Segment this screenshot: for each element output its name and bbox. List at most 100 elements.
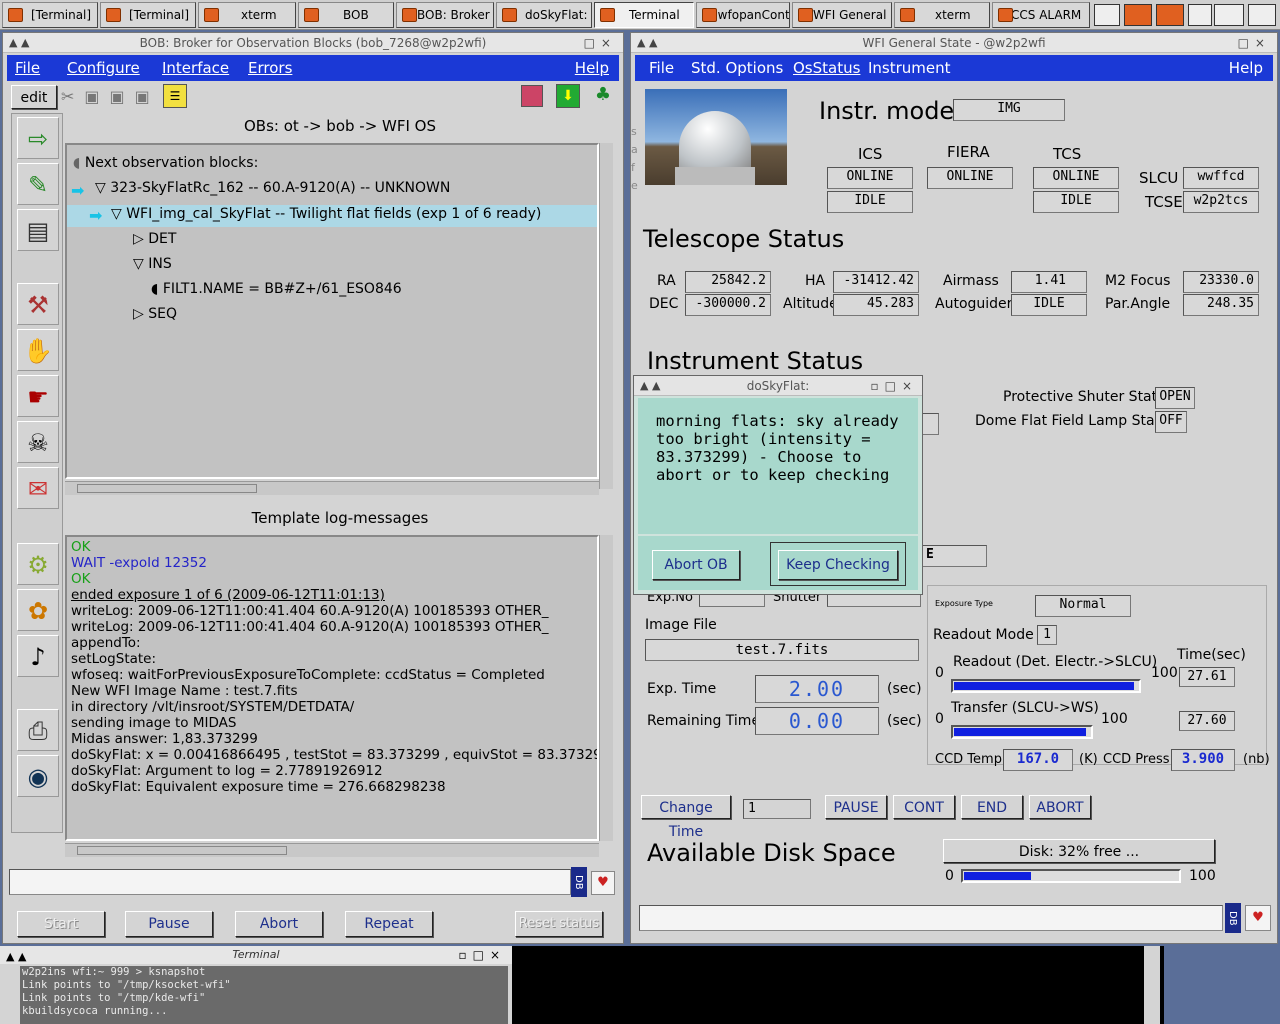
taskbar-item[interactable]: BOB — [298, 2, 394, 28]
taskbar-item[interactable]: xterm — [894, 2, 990, 28]
command-input[interactable] — [9, 869, 571, 895]
ob-hscrollbar[interactable] — [65, 481, 599, 495]
reset-status-button[interactable]: Reset status — [515, 911, 603, 937]
pager-desktop-4[interactable] — [1188, 4, 1212, 26]
menu-errors[interactable]: Errors — [248, 55, 292, 81]
tree-seq[interactable]: ▷ SEQ — [133, 306, 177, 322]
download-icon[interactable]: ⬇ — [556, 84, 580, 108]
taskbar-item[interactable]: [Terminal] — [100, 2, 196, 28]
ccd-temp-label: CCD Temp — [935, 752, 1002, 767]
disk-min: 0 — [945, 868, 954, 884]
ob-tree[interactable]: ◖ Next observation blocks: ➡ ▽ 323-SkyFl… — [65, 143, 599, 479]
window-menu-icon[interactable]: ▲ ▲ — [637, 33, 657, 53]
taskbar-item[interactable]: xterm — [198, 2, 296, 28]
tree-ob[interactable]: ▽ 323-SkyFlatRc_162 -- 60.A-9120(A) -- U… — [95, 180, 450, 196]
note-pin-icon[interactable]: ✉ — [17, 467, 59, 509]
bob-titlebar[interactable]: ▲ ▲ BOB: Broker for Observation Blocks (… — [3, 33, 623, 53]
window-menu-icon[interactable]: ▲ ▲ — [9, 33, 29, 53]
abort-button[interactable]: Abort — [235, 911, 323, 937]
wfi-titlebar[interactable]: ▲ ▲ WFI General State - @w2p2wfi □× — [631, 33, 1277, 53]
pause-button[interactable]: Pause — [125, 911, 213, 937]
taskbar-item[interactable]: Terminal — [594, 2, 694, 28]
altitude-field: 45.283 — [833, 294, 919, 316]
menu-file[interactable]: File — [649, 55, 674, 81]
tree-filt[interactable]: ◖ FILT1.NAME = BB#Z+/61_ESO846 — [151, 281, 402, 297]
stop-hand-icon[interactable]: ✋ — [17, 329, 59, 371]
log-messages[interactable]: OK WAIT -expoId 12352 OK ended exposure 1 o… — [65, 535, 599, 841]
notes-icon[interactable]: ☰ — [163, 84, 187, 108]
ob-scrollbar[interactable] — [599, 143, 613, 489]
pager-desktop-2[interactable] — [1124, 4, 1152, 26]
repeat-button[interactable]: Repeat — [345, 911, 433, 937]
taskbar-item[interactable]: [Terminal] — [2, 2, 98, 28]
tree-det[interactable]: ▷ DET — [133, 231, 176, 247]
cont-button[interactable]: CONT — [893, 795, 955, 819]
end-button[interactable]: END — [961, 795, 1023, 819]
monitor-icon[interactable] — [521, 85, 543, 107]
save-icon[interactable]: ▤ — [17, 209, 59, 251]
window-controls-icon[interactable]: ▫□× — [458, 948, 506, 962]
kill-icon[interactable]: ☠ — [17, 421, 59, 463]
build-icon[interactable]: ⚙ — [17, 543, 59, 585]
heart-icon[interactable]: ♥ — [591, 871, 615, 895]
load-ob-icon[interactable]: ⇨ — [17, 117, 59, 159]
camera-icon[interactable]: ◉ — [17, 755, 59, 797]
ccd-press-unit: (nb) — [1243, 752, 1270, 767]
menu-file[interactable]: File — [15, 55, 40, 81]
point-hand-icon[interactable]: ☛ — [17, 375, 59, 417]
window-menu-icon[interactable]: ▲ ▲ — [6, 950, 26, 963]
abort-ob-button[interactable]: Abort OB — [652, 550, 740, 580]
taskbar-item[interactable]: CCS ALARM — [992, 2, 1090, 28]
edit-ob-icon[interactable]: ✎ — [17, 163, 59, 205]
command-input[interactable] — [639, 905, 1223, 931]
pager-desktop-3[interactable] — [1156, 4, 1184, 26]
log-scrollbar[interactable] — [599, 535, 613, 841]
menu-configure[interactable]: Configure — [67, 55, 140, 81]
taskbar-item[interactable]: BOB: Broker fo — [396, 2, 494, 28]
ha-label: HA — [805, 273, 826, 289]
exp-time-unit: (sec) — [887, 681, 922, 697]
terminal-titlebar[interactable]: Terminal — [0, 946, 512, 964]
log-line: sending image to MIDAS — [71, 715, 237, 731]
window-controls-icon[interactable]: □× — [1238, 33, 1271, 53]
tree-template[interactable]: ▽ WFI_img_cal_SkyFlat -- Twilight flat f… — [111, 206, 541, 222]
tree-ins[interactable]: ▽ INS — [133, 256, 172, 272]
taskbar-item[interactable]: [wfopanContro — [696, 2, 790, 28]
ccd-temp-field: 167.0 — [1003, 749, 1073, 771]
dialog-titlebar[interactable]: ▲ ▲ doSkyFlat: ▫□× — [634, 376, 922, 396]
taskbar-item[interactable]: doSkyFlat: — [496, 2, 592, 28]
menu-std-options[interactable]: Std. Options — [691, 55, 783, 81]
heart-icon[interactable]: ♥ — [1245, 905, 1271, 931]
menu-help[interactable]: Help — [575, 55, 609, 81]
palette-icon[interactable]: ✿ — [17, 589, 59, 631]
pager-desktop-6[interactable] — [1248, 4, 1276, 26]
log-hscrollbar[interactable] — [65, 843, 599, 857]
tree-icon[interactable]: ♣ — [591, 84, 615, 108]
start-button[interactable]: Start — [17, 911, 105, 937]
pager-desktop-1[interactable] — [1094, 4, 1120, 26]
edit-button[interactable]: edit — [11, 85, 57, 109]
taskbar-item[interactable]: WFI General S — [792, 2, 892, 28]
dec-label: DEC — [649, 296, 679, 312]
menu-instrument[interactable]: Instrument — [868, 55, 951, 81]
disk-max: 100 — [1189, 868, 1216, 884]
keep-checking-button[interactable]: Keep Checking — [778, 550, 898, 580]
abort-button[interactable]: ABORT — [1029, 795, 1091, 819]
window-controls-icon[interactable]: ▫□× — [870, 376, 918, 396]
doskyflat-dialog: ▲ ▲ doSkyFlat: ▫□× morning flats: sky al… — [633, 375, 923, 595]
music-icon[interactable]: ♪ — [17, 635, 59, 677]
window-controls-icon[interactable]: □× — [584, 33, 617, 53]
remaining-time-unit: (sec) — [887, 713, 922, 729]
change-time-button[interactable]: Change Time — [641, 795, 731, 840]
print-icon[interactable]: ⎙ — [17, 709, 59, 751]
window-menu-icon[interactable]: ▲ ▲ — [640, 376, 660, 396]
menu-help[interactable]: Help — [1229, 55, 1263, 81]
menu-osstatus[interactable]: OsStatus — [793, 55, 860, 81]
pause-button[interactable]: PAUSE — [825, 795, 887, 819]
menu-interface[interactable]: Interface — [162, 55, 229, 81]
scroll-strip[interactable] — [1144, 946, 1160, 1024]
terminal-output[interactable]: w2p2ins wfi:~ 999 > ksnapshot Link points… — [20, 966, 508, 1024]
change-time-input[interactable]: 1 — [743, 799, 811, 819]
pager-desktop-5[interactable] — [1214, 4, 1244, 26]
tools-icon[interactable]: ⚒ — [17, 283, 59, 325]
